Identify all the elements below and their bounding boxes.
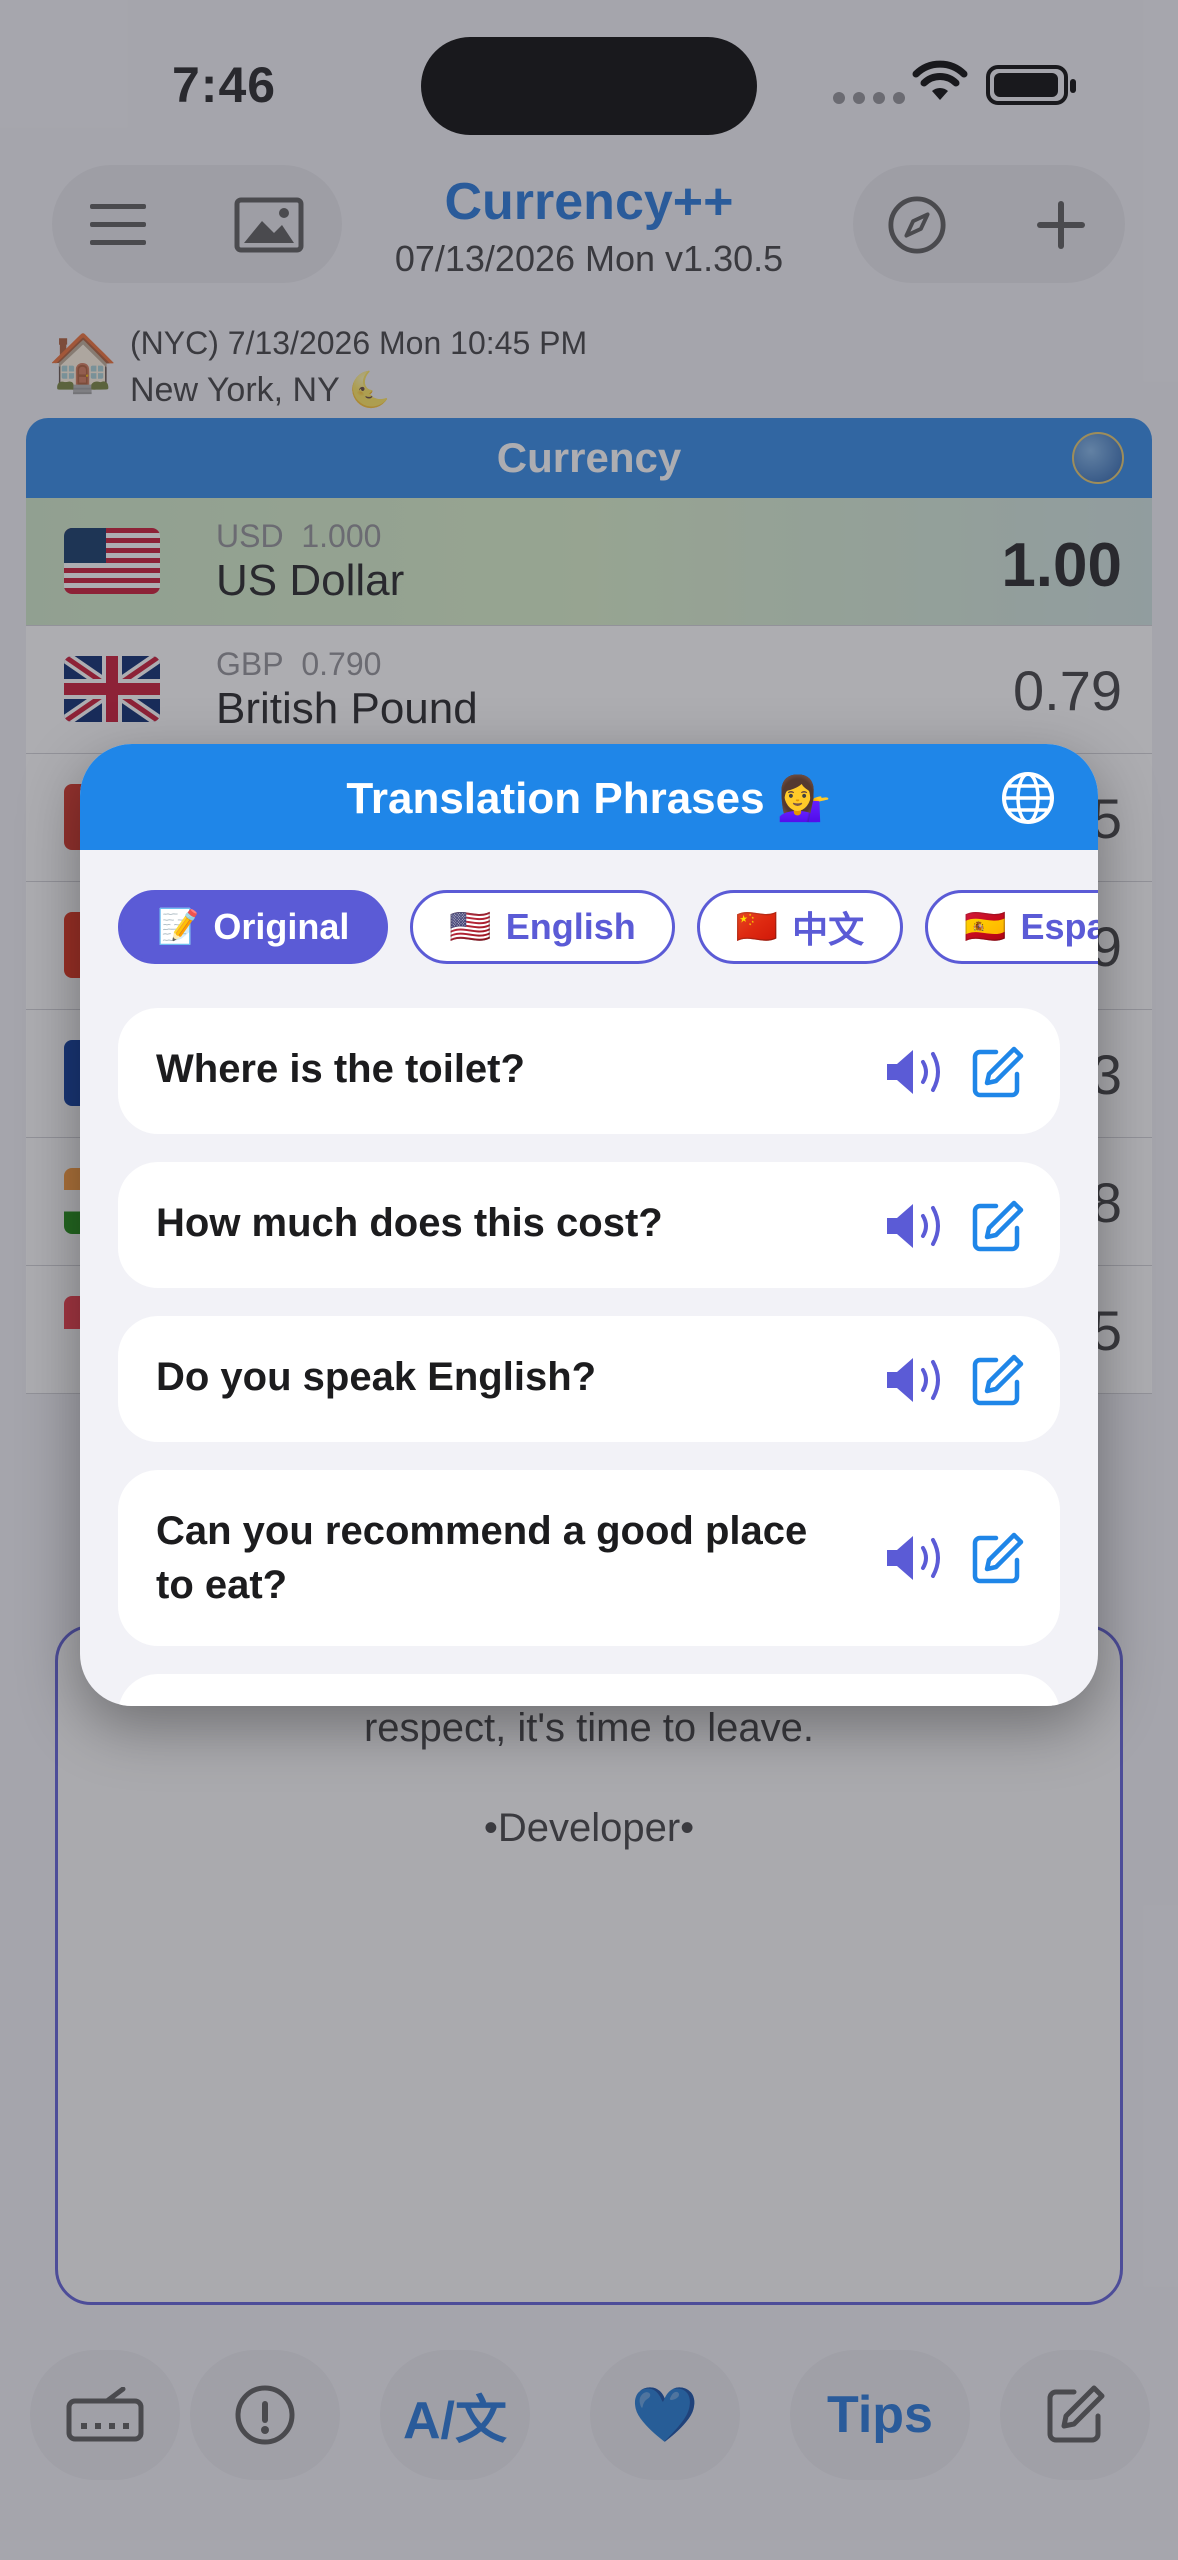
edit-icon[interactable] [970,1200,1024,1254]
phrase-text: How much does this cost? [156,1201,663,1245]
phrase-card[interactable] [118,1674,1060,1706]
phrase-card[interactable]: How much does this cost? [118,1162,1060,1288]
edit-icon[interactable] [970,1532,1024,1586]
translation-phrases-modal: Translation Phrases 💁‍♀️ 📝 Original 🇺🇸 E… [80,744,1098,1706]
speaker-icon[interactable] [883,1198,947,1254]
phrase-card[interactable]: Can you recommend a good place to eat? [118,1470,1060,1646]
speaker-icon[interactable] [883,1352,947,1408]
phrase-card[interactable]: Where is the toilet? [118,1008,1060,1134]
tab-spanish[interactable]: 🇪🇸 Espa [925,890,1098,964]
phrase-text: Do you speak English? [156,1355,597,1399]
edit-icon[interactable] [970,1046,1024,1100]
tab-label: 中文 [792,909,865,950]
tab-label: Espa [1020,906,1098,947]
language-tabs: 📝 Original 🇺🇸 English 🇨🇳 中文 🇪🇸 Espa [118,890,1098,964]
phrase-text: Where is the toilet? [156,1047,525,1091]
edit-icon[interactable] [970,1354,1024,1408]
phrase-text: Can you recommend a good place to eat? [156,1509,808,1607]
speaker-icon[interactable] [883,1044,947,1100]
modal-title: Translation Phrases 💁‍♀️ [346,774,832,823]
tab-original[interactable]: 📝 Original [118,890,389,964]
globe-icon[interactable] [1000,770,1056,826]
china-flag-icon: 🇨🇳 [735,908,779,946]
tab-label: English [505,906,636,947]
modal-header: Translation Phrases 💁‍♀️ [80,744,1098,850]
tab-english[interactable]: 🇺🇸 English [410,890,675,964]
phrase-card[interactable]: Do you speak English? [118,1316,1060,1442]
tab-label: Original [213,906,350,947]
us-flag-icon: 🇺🇸 [449,908,492,946]
app-screen: 7:46 Currency++ 07/13/2026 Mon v1.30.5 🏠… [0,0,1178,2560]
speaker-icon[interactable] [883,1530,947,1586]
tab-chinese[interactable]: 🇨🇳 中文 [696,890,904,964]
memo-icon: 📝 [157,908,200,946]
spain-flag-icon: 🇪🇸 [964,908,1007,946]
